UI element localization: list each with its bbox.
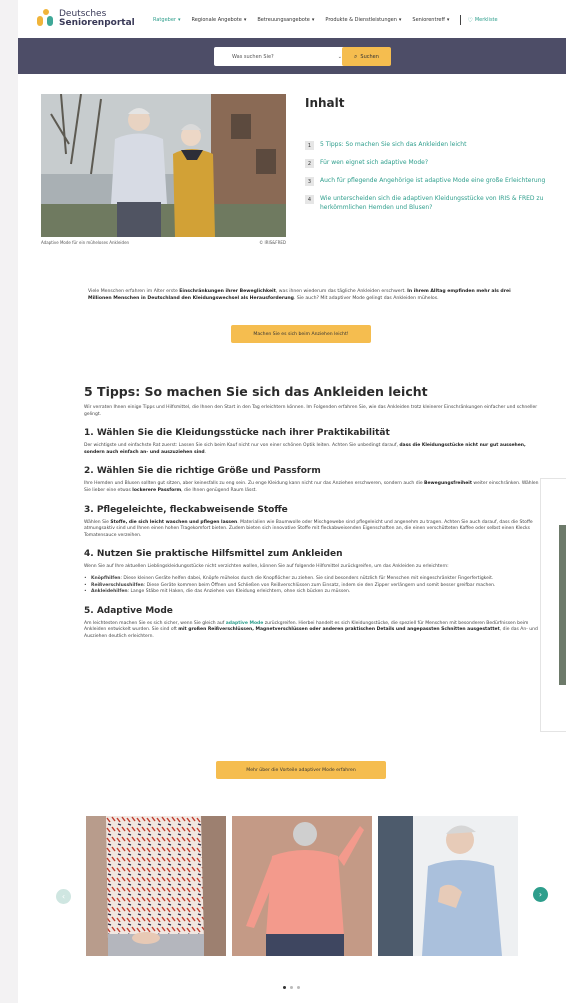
nav-item-betreuungsangebote[interactable]: Betreuungsangebote ▾ [257, 17, 314, 23]
tip5-heading: 5. Adaptive Mode [84, 605, 173, 616]
chevron-down-icon: ▾ [311, 17, 315, 23]
nav-item-regionale-angebote[interactable]: Regionale Angebote ▾ [191, 17, 246, 23]
carousel-image-1[interactable] [86, 816, 226, 956]
nav-item-ratgeber[interactable]: Ratgeber ▾ [153, 17, 180, 23]
tip4-text: Wenn Sie auf Ihre aktuellen Lieblingskle… [84, 564, 449, 570]
intro-cta-button[interactable]: Machen Sie es sich beim Anziehen leicht! [231, 325, 371, 343]
carousel-dot-active[interactable] [283, 986, 286, 989]
arrow-left-icon[interactable]: ‹ [56, 889, 71, 904]
logo-line2: Seniorenportal [59, 18, 135, 28]
carousel-dot[interactable] [290, 986, 293, 989]
carousel-image-3[interactable] [378, 816, 518, 956]
toc-number: 4 [305, 195, 314, 204]
carousel-dots [283, 986, 304, 989]
carousel-image-2[interactable] [232, 816, 372, 956]
chevron-down-icon: ▾ [398, 17, 402, 23]
pink-blouse-photo [232, 816, 372, 956]
tip1-heading: 1. Wählen Sie die Kleidungsstücke nach i… [84, 428, 390, 439]
arrow-right-icon[interactable]: › [533, 887, 548, 902]
chevron-down-icon: ▾ [446, 17, 450, 23]
table-of-contents: 1 5 Tipps: So machen Sie sich das Anklei… [305, 140, 566, 220]
toc-title: Inhalt [305, 96, 345, 110]
toc-item[interactable]: 1 5 Tipps: So machen Sie sich das Anklei… [305, 140, 566, 150]
search-band: Was suchen Sie? ⌄ ⌕ Suchen [18, 38, 566, 74]
search-button[interactable]: ⌕ Suchen [342, 47, 391, 66]
list-item: Knöpfhilfen: Diese kleinen Geräte helfen… [84, 576, 544, 583]
hero-image [41, 94, 286, 237]
site-logo[interactable]: Deutsches Seniorenportal [36, 9, 135, 29]
nav-item-produkte[interactable]: Produkte & Dienstleistungen ▾ [325, 17, 401, 23]
tip4-heading: 4. Nutzen Sie praktische Hilfsmittel zum… [84, 549, 343, 560]
search-placeholder: Was suchen Sie? [232, 53, 274, 60]
tip5-text: Am leichtesten machen Sie es sich sicher… [84, 620, 538, 639]
section-heading: 5 Tipps: So machen Sie sich das Ankleide… [84, 384, 428, 399]
toc-item[interactable]: 2 Für wen eignet sich adaptive Mode? [305, 158, 566, 168]
toc-item[interactable]: 4 Wie unterscheiden sich die adaptiven K… [305, 194, 566, 212]
heart-icon: ♡ [467, 16, 473, 24]
chevron-down-icon: ▾ [243, 17, 247, 23]
nav-divider [460, 15, 462, 25]
aids-list: Knöpfhilfen: Diese kleinen Geräte helfen… [84, 576, 544, 596]
page: Deutsches Seniorenportal Ratgeber ▾ Regio… [18, 0, 566, 1003]
nav-item-seniorentreff[interactable]: Seniorentreff ▾ [412, 17, 449, 23]
tip3-heading: 3. Pflegeleichte, fleckabweisende Stoffe [84, 504, 288, 515]
toc-number: 1 [305, 141, 314, 150]
side-widget[interactable] [540, 478, 566, 732]
man-in-shirt-photo [378, 816, 518, 956]
article: 5 Tipps: So machen Sie sich das Ankleide… [84, 384, 544, 641]
hero-credit: © IRIS&FRED [259, 240, 286, 245]
hero-caption-text: Adaptive Mode für ein müheloses Ankleide… [41, 240, 130, 245]
adaptive-mode-cta-button[interactable]: Mehr über die Vorteile adaptiver Mode er… [216, 761, 386, 779]
tip1-text: Der wichtigste und einfachste Rat zuerst… [84, 443, 526, 455]
search-icon: ⌕ [354, 52, 358, 60]
search-select[interactable]: Was suchen Sie? ⌄ [214, 47, 350, 66]
patterned-blouse-photo [86, 816, 226, 956]
tip2-text: Ihre Hemden und Blusen sollten gut sitze… [84, 481, 539, 493]
toc-item[interactable]: 3 Auch für pflegende Angehörige ist adap… [305, 176, 566, 186]
main-nav: Ratgeber ▾ Regionale Angebote ▾ Betreuungs… [153, 15, 498, 25]
merkliste-link[interactable]: ♡ Merkliste [467, 17, 497, 24]
chevron-down-icon: ▾ [177, 17, 181, 23]
tip3-text: Wählen Sie Stoffe, die sich leicht wasch… [84, 519, 533, 538]
hero-caption: Adaptive Mode für ein müheloses Ankleide… [41, 240, 286, 245]
toc-link[interactable]: Für wen eignet sich adaptive Mode? [320, 158, 428, 167]
toc-link[interactable]: 5 Tipps: So machen Sie sich das Ankleide… [320, 140, 466, 149]
side-widget-image [559, 525, 566, 685]
intro-paragraph: Viele Menschen erfahren im Alter erste E… [88, 289, 511, 301]
logo-figures-icon [36, 9, 56, 29]
carousel-dot[interactable] [297, 986, 300, 989]
lead-paragraph: Wir verraten Ihnen einige Tipps und Hilf… [84, 405, 538, 417]
toc-number: 3 [305, 177, 314, 186]
adaptive-mode-link[interactable]: adaptive Mode [226, 621, 264, 626]
tip2-heading: 2. Wählen Sie die richtige Größe und Pas… [84, 466, 321, 477]
site-header: Deutsches Seniorenportal Ratgeber ▾ Regio… [18, 0, 566, 38]
toc-link[interactable]: Auch für pflegende Angehörige ist adapti… [320, 176, 545, 185]
list-item: Ankleidehilfen: Lange Stäbe mit Haken, d… [84, 589, 544, 596]
toc-number: 2 [305, 159, 314, 168]
toc-link[interactable]: Wie unterscheiden sich die adaptiven Kle… [320, 194, 566, 212]
